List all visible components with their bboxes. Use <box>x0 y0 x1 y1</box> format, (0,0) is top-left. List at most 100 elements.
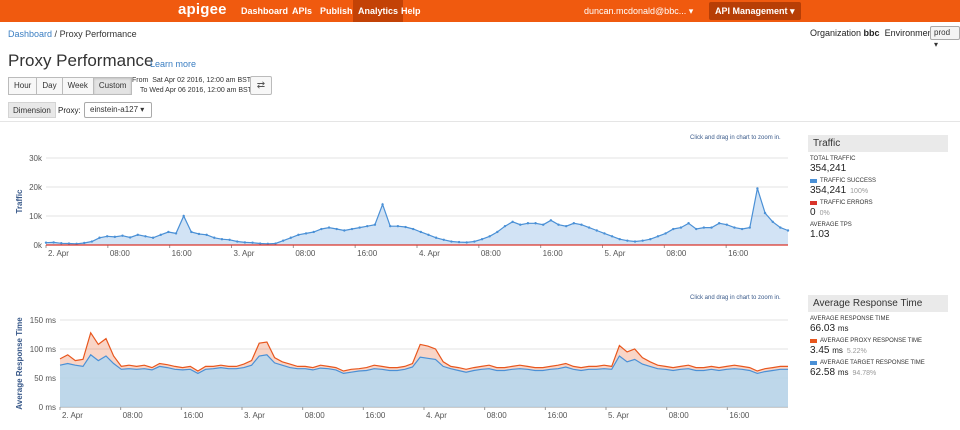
apigee-logo[interactable]: apigee <box>178 1 227 18</box>
data-point <box>626 239 629 242</box>
data-point <box>182 214 185 218</box>
data-point <box>557 223 560 226</box>
data-point <box>128 236 132 239</box>
y-axis-label: Traffic <box>15 189 24 214</box>
x-tick-label: 08:00 <box>110 249 131 258</box>
traffic-success-value: 354,241 <box>810 185 847 196</box>
org-env-info: Organization bbc Environment <box>810 28 935 38</box>
custom-button[interactable]: Custom <box>92 77 133 95</box>
nav-help[interactable]: Help <box>401 0 421 22</box>
response-zoom-hint: Click and drag in chart to zoom in. <box>690 295 781 301</box>
data-point <box>763 211 767 215</box>
data-point <box>442 238 445 241</box>
top-nav-bar: apigee Dashboard APIs Publish Analytics … <box>0 0 960 22</box>
traffic-chart[interactable]: 0k 10k 20k 30k Traffic 2. Apr 08:00 16:00 3. Apr… <box>0 145 800 285</box>
api-management-button[interactable]: API Management ▾ <box>709 2 801 20</box>
data-point <box>274 242 277 245</box>
from-label: From <box>132 77 149 84</box>
x-tick-label: 16:00 <box>357 249 378 258</box>
proxy-response-pct: 5.22% <box>846 348 867 355</box>
y-tick-label: 0 ms <box>39 403 56 412</box>
response-time-panel: Average Response Time AVERAGE RESPONSE T… <box>808 295 948 378</box>
data-point <box>358 226 361 229</box>
data-point <box>83 241 86 245</box>
day-button[interactable]: Day <box>36 77 63 95</box>
data-point <box>549 219 553 222</box>
x-tick-label: 16:00 <box>729 411 750 420</box>
avg-response-value: 66.03 <box>810 323 836 334</box>
nav-dashboard[interactable]: Dashboard <box>241 0 288 22</box>
data-point <box>52 241 55 244</box>
to-label: To <box>140 87 148 94</box>
average-tps-value: 1.03 <box>810 229 830 240</box>
week-button[interactable]: Week <box>61 77 94 95</box>
data-point <box>197 232 201 236</box>
traffic-zoom-hint: Click and drag in chart to zoom in. <box>690 135 781 141</box>
data-point <box>343 229 346 232</box>
nav-analytics[interactable]: Analytics <box>353 0 404 22</box>
data-point <box>595 229 598 232</box>
data-point <box>450 240 453 243</box>
x-tick-label: 08:00 <box>305 411 326 420</box>
org-value: bbc <box>863 28 880 38</box>
data-point <box>350 227 354 231</box>
data-point <box>618 238 621 241</box>
proxy-response-row-value: 3.45 ms 5.22% <box>810 345 948 356</box>
x-tick-label: 3. Apr <box>244 411 265 420</box>
traffic-success-row: TRAFFIC SUCCESS <box>810 178 948 184</box>
x-tick-label: 5. Apr <box>605 249 626 258</box>
x-tick-label: 08:00 <box>487 411 508 420</box>
date-range[interactable]: From Sat Apr 02 2016, 12:00 am BST To We… <box>132 76 252 96</box>
target-response-unit: ms <box>837 368 849 377</box>
data-point <box>434 236 438 239</box>
data-point <box>710 226 713 229</box>
data-point <box>243 241 247 244</box>
x-tick-label: 3. Apr <box>234 249 255 258</box>
success-swatch <box>810 179 817 183</box>
dimension-button[interactable]: Dimension <box>8 102 56 118</box>
data-point <box>534 222 537 225</box>
data-point <box>220 238 224 241</box>
nav-apis[interactable]: APIs <box>292 0 312 22</box>
proxy-response-value: 3.45 <box>810 345 830 356</box>
data-point <box>473 240 476 243</box>
environment-select[interactable]: prod ▾ <box>930 26 960 49</box>
x-tick-label: 08:00 <box>123 411 144 420</box>
hour-button[interactable]: Hour <box>8 77 38 95</box>
target-response-value: 62.58 <box>810 367 836 378</box>
target-response-label: AVERAGE TARGET RESPONSE TIME <box>820 360 925 366</box>
data-point <box>281 239 285 242</box>
data-point <box>205 233 208 237</box>
y-tick-label: 30k <box>29 154 43 163</box>
data-point <box>44 241 48 244</box>
x-tick-label: 16:00 <box>183 411 204 420</box>
data-point <box>519 223 522 226</box>
breadcrumb-separator: / <box>54 29 58 39</box>
data-point <box>389 224 392 228</box>
proxy-select[interactable]: einstein-a127 ▾ <box>84 102 152 118</box>
total-traffic-label: TOTAL TRAFFIC <box>810 156 856 162</box>
traffic-errors-row: TRAFFIC ERRORS <box>810 200 948 206</box>
response-time-chart[interactable]: 0 ms 50 ms 100 ms 150 ms Average Response Ti… <box>0 305 800 430</box>
data-point <box>733 226 736 229</box>
data-point <box>190 230 193 234</box>
data-point <box>174 232 178 235</box>
data-point <box>488 235 491 238</box>
data-point <box>159 233 162 237</box>
divider <box>0 121 960 122</box>
data-point <box>67 242 71 245</box>
data-point <box>121 234 124 237</box>
data-point <box>756 187 759 190</box>
swap-icon[interactable]: ⇄ <box>250 76 272 95</box>
user-menu[interactable]: duncan.mcdonald@bbc... ▾ <box>584 0 693 22</box>
traffic-panel-title: Traffic <box>808 135 948 152</box>
data-point <box>228 238 231 241</box>
nav-publish[interactable]: Publish <box>320 0 353 22</box>
x-tick-label: 2. Apr <box>48 249 69 258</box>
data-point <box>151 236 155 239</box>
data-point <box>572 222 576 225</box>
x-tick-label: 16:00 <box>543 249 564 258</box>
breadcrumb-dashboard-link[interactable]: Dashboard <box>8 29 52 39</box>
y-tick-label: 50 ms <box>34 374 56 383</box>
learn-more-link[interactable]: Learn more <box>150 59 196 69</box>
